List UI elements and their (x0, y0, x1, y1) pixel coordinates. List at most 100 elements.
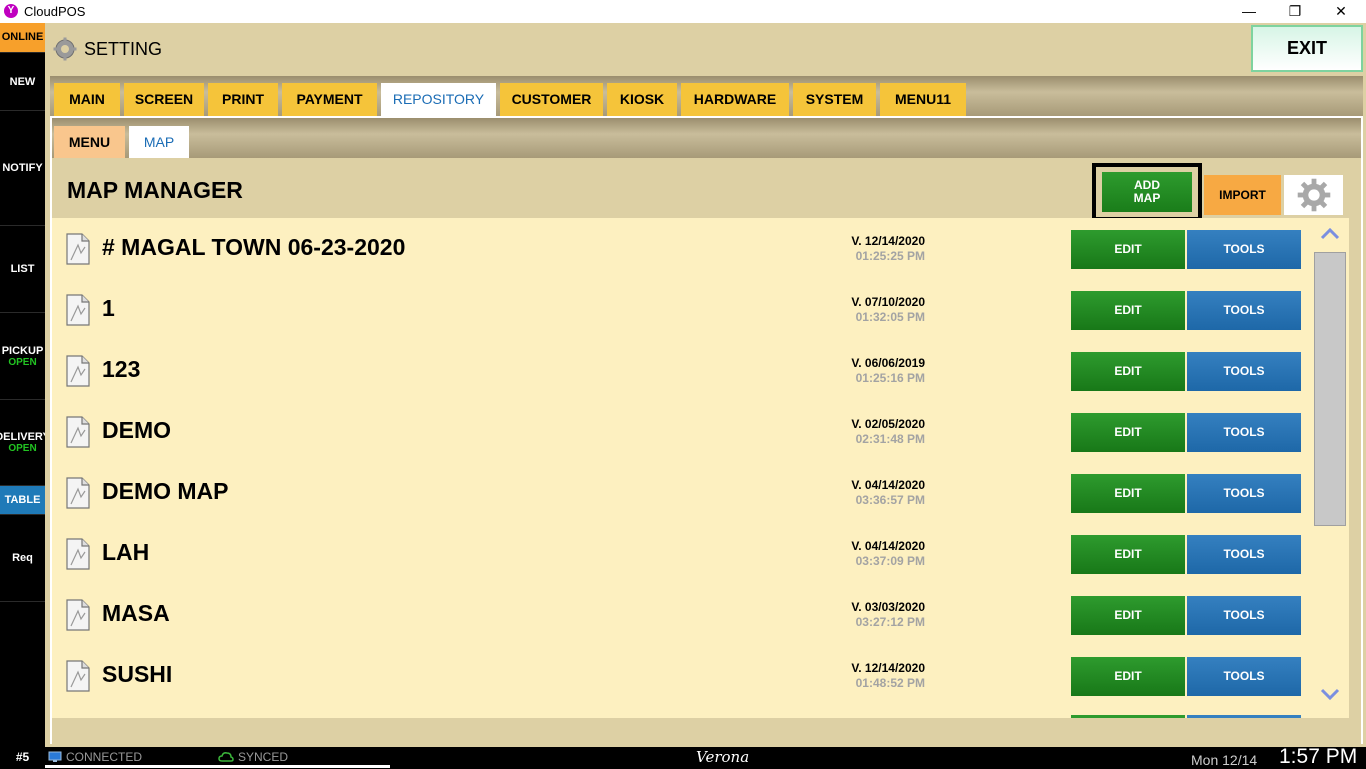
exit-button[interactable]: EXIT (1251, 25, 1363, 72)
add-map-button[interactable]: ADD MAP (1102, 172, 1192, 212)
map-tools-button[interactable]: TOOLS (1187, 291, 1301, 330)
minimize-button[interactable]: — (1226, 0, 1272, 23)
sidebar-item-label: Req (12, 552, 33, 564)
tab-menu11[interactable]: MENU11 (880, 83, 966, 116)
tab-repository[interactable]: REPOSITORY (381, 83, 496, 116)
repository-panel: MENU MAP MAP MANAGER ADD MAP IMPORT # MA… (52, 118, 1361, 744)
map-document-icon (66, 538, 90, 570)
map-tools-button[interactable]: TOOLS (1187, 413, 1301, 452)
map-time: 03:36:57 PM (855, 493, 925, 507)
edit-map-button[interactable]: EDIT (1071, 230, 1185, 269)
repository-tabbar: MENU MAP (52, 118, 1361, 158)
partial-row-buttons (1071, 715, 1301, 718)
map-document-icon (66, 477, 90, 509)
edit-map-button[interactable]: EDIT (1071, 413, 1185, 452)
map-version: V. 04/14/2020 (851, 539, 925, 553)
map-time: 01:48:52 PM (855, 676, 925, 690)
edit-map-button[interactable]: EDIT (1071, 535, 1185, 574)
sidebar-item-label: PICKUP (1, 344, 44, 357)
list-item: MASA V. 03/03/2020 03:27:12 PM EDIT TOOLS (52, 584, 1311, 645)
page-title: SETTING (84, 39, 163, 59)
sidebar-item-list[interactable]: LIST (0, 226, 45, 313)
tab-menu[interactable]: MENU (54, 126, 125, 158)
tab-print[interactable]: PRINT (208, 83, 278, 116)
map-name: DEMO MAP (102, 478, 229, 504)
tab-hardware[interactable]: HARDWARE (681, 83, 789, 116)
map-document-icon (66, 355, 90, 387)
map-document-icon (66, 233, 90, 265)
tab-customer[interactable]: CUSTOMER (500, 83, 603, 116)
store-name: Verona (696, 748, 750, 766)
gear-icon (53, 37, 77, 61)
list-item: SUSHI V. 12/14/2020 01:48:52 PM EDIT TOOLS (52, 645, 1311, 706)
map-tools-button[interactable]: TOOLS (1187, 535, 1301, 574)
list-scrollbar[interactable] (1311, 218, 1349, 718)
map-version: V. 03/03/2020 (851, 600, 925, 614)
map-name: MASA (102, 600, 170, 626)
sidebar-item-req[interactable]: Req (0, 515, 45, 602)
maximize-button[interactable]: ❐ (1272, 0, 1318, 23)
list-item: DEMO MAP V. 04/14/2020 03:36:57 PM EDIT TOOL… (52, 462, 1311, 523)
sidebar-item-table[interactable]: TABLE (0, 486, 45, 515)
add-map-label: MAP (1133, 191, 1161, 205)
main-area: SETTING EXIT MAIN SCREEN PRINT PAYMENT R… (45, 23, 1366, 747)
map-manager-header: MAP MANAGER ADD MAP IMPORT (52, 158, 1349, 221)
map-tools-button[interactable]: TOOLS (1187, 352, 1301, 391)
tab-system[interactable]: SYSTEM (793, 83, 876, 116)
sidebar-item-pickup[interactable]: PICKUP OPEN (0, 313, 45, 400)
status-date: Mon 12/14 (1191, 752, 1258, 768)
map-time: 03:37:09 PM (855, 554, 925, 568)
tab-screen[interactable]: SCREEN (124, 83, 204, 116)
map-tools-button[interactable]: TOOLS (1187, 657, 1301, 696)
tab-main[interactable]: MAIN (54, 83, 120, 116)
connection-status: CONNECTED (48, 750, 142, 764)
sidebar-item-label: NOTIFY (2, 162, 43, 174)
edit-map-button[interactable]: EDIT (1071, 596, 1185, 635)
sidebar-item-new[interactable]: NEW (0, 53, 45, 111)
status-bar: #5 CONNECTED SYNCED Verona Mon 12/14 1:5… (0, 745, 1366, 768)
map-manager-title: MAP MANAGER (67, 177, 243, 203)
add-map-highlight: ADD MAP (1092, 163, 1202, 221)
map-settings-button[interactable] (1284, 175, 1343, 215)
map-time: 01:32:05 PM (855, 310, 925, 324)
sidebar-item-delivery[interactable]: DELIVERY OPEN (0, 400, 45, 486)
page-header: SETTING EXIT (45, 23, 1366, 75)
map-version: V. 02/05/2020 (851, 417, 925, 431)
edit-map-button[interactable]: EDIT (1071, 352, 1185, 391)
list-item: LAH V. 04/14/2020 03:37:09 PM EDIT TOOLS (52, 523, 1311, 584)
import-button[interactable]: IMPORT (1204, 175, 1281, 215)
map-tools-button[interactable]: TOOLS (1187, 230, 1301, 269)
map-version: V. 12/14/2020 (851, 234, 925, 248)
map-tools-button[interactable]: TOOLS (1187, 474, 1301, 513)
map-version: V. 06/06/2019 (851, 356, 925, 370)
tab-payment[interactable]: PAYMENT (282, 83, 377, 116)
list-item: 123 V. 06/06/2019 01:25:16 PM EDIT TOOLS (52, 340, 1311, 401)
scroll-thumb[interactable] (1314, 252, 1346, 526)
chevron-up-icon[interactable] (1319, 224, 1341, 244)
connected-label: CONNECTED (66, 750, 143, 764)
settings-content: MAIN SCREEN PRINT PAYMENT REPOSITORY CUS… (50, 76, 1363, 744)
edit-map-button[interactable]: EDIT (1071, 291, 1185, 330)
tab-kiosk[interactable]: KIOSK (607, 83, 677, 116)
chevron-down-icon[interactable] (1319, 684, 1341, 704)
tab-map[interactable]: MAP (129, 126, 189, 158)
edit-map-button[interactable]: EDIT (1071, 657, 1185, 696)
pickup-status: OPEN (8, 356, 37, 368)
sync-status: SYNCED (218, 750, 288, 764)
map-version: V. 04/14/2020 (851, 478, 925, 492)
window-title: CloudPOS (24, 4, 86, 19)
map-name: # MAGAL TOWN 06-23-2020 (102, 234, 406, 260)
map-version: V. 12/14/2020 (851, 661, 925, 675)
delivery-status: OPEN (8, 443, 37, 454)
sidebar-item-notify[interactable]: NOTIFY (0, 111, 45, 226)
map-tools-button[interactable]: TOOLS (1187, 596, 1301, 635)
sidebar-item-label: DELIVERY (0, 431, 45, 443)
app-icon: Y (4, 4, 18, 18)
map-time: 01:25:16 PM (855, 371, 925, 385)
list-item: 1 V. 07/10/2020 01:32:05 PM EDIT TOOLS (52, 279, 1311, 340)
sidebar-item-label: NEW (9, 75, 36, 88)
map-document-icon (66, 416, 90, 448)
map-document-icon (66, 294, 90, 326)
close-window-button[interactable]: ✕ (1318, 0, 1364, 23)
edit-map-button[interactable]: EDIT (1071, 474, 1185, 513)
